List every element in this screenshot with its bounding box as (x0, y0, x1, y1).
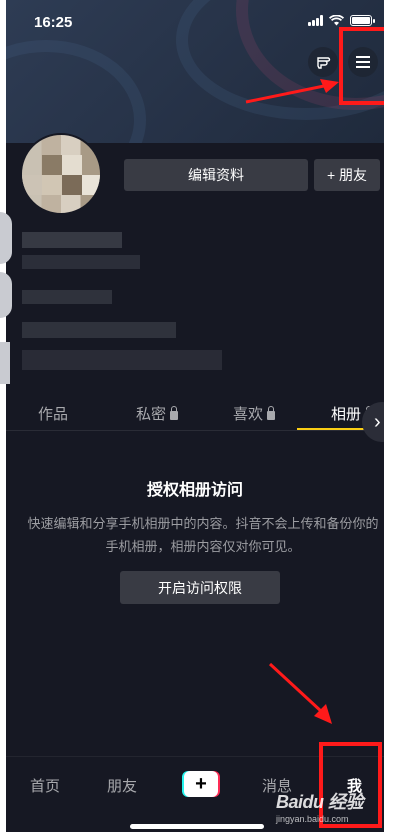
lock-icon (267, 405, 276, 420)
plus-icon: + (184, 771, 218, 797)
tab-private[interactable]: 私密 (136, 403, 179, 424)
edit-profile-button[interactable]: 编辑资料 (124, 159, 308, 191)
hand-pointer-icon[interactable] (308, 47, 338, 77)
add-friend-button[interactable]: + 朋友 (314, 159, 380, 191)
annotation-arrow-top (245, 79, 339, 104)
active-tab-indicator (297, 428, 369, 430)
home-indicator (130, 824, 264, 829)
album-title: 授权相册访问 (146, 482, 243, 499)
enable-access-button[interactable]: 开启访问权限 (120, 571, 280, 604)
profile-tabs: 作品 私密 喜欢 相册 (6, 395, 384, 431)
nav-home[interactable]: 首页 (30, 775, 60, 796)
phone-screen: 16:25 编辑资料 + 朋友 作品 私密 喜欢 相册 › 授权相册访问 快速编… (6, 0, 384, 832)
nav-friends[interactable]: 朋友 (107, 775, 137, 796)
annotation-arrow-bottom (268, 662, 332, 724)
left-edge-decoration (0, 212, 12, 264)
left-edge-decoration (0, 342, 10, 384)
wifi-icon (329, 15, 344, 26)
avatar[interactable] (20, 133, 102, 215)
signal-icon (308, 15, 323, 26)
menu-highlight-box (339, 27, 384, 105)
status-icons (308, 15, 375, 26)
status-time: 16:25 (34, 14, 73, 31)
album-description: 快速编辑和分享手机相册中的内容。抖音不会上传和备份你的手机相册，相册内容仅对你可… (27, 516, 379, 554)
left-edge-decoration (0, 272, 12, 318)
tab-works[interactable]: 作品 (38, 403, 68, 424)
baidu-watermark: Baidu 经验 jingyan.baidu.com (276, 792, 364, 824)
tab-likes[interactable]: 喜欢 (233, 403, 276, 424)
create-button[interactable]: + (182, 771, 220, 797)
battery-icon (350, 15, 375, 26)
lock-icon (170, 405, 179, 420)
